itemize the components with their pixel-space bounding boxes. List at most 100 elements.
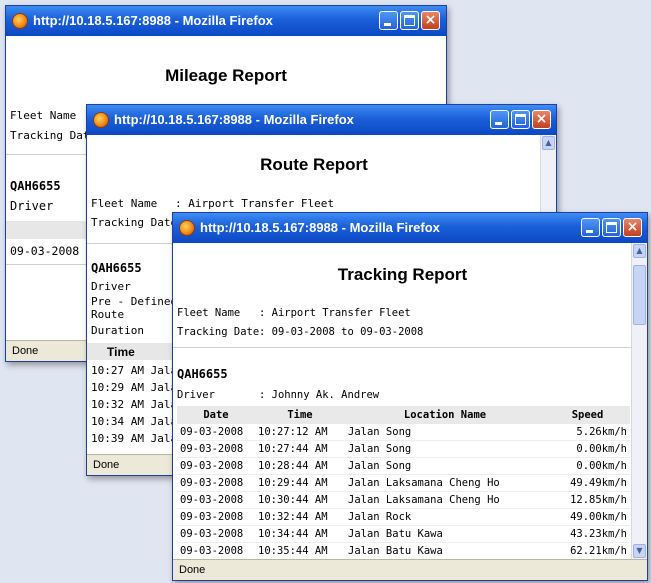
table-row: 09-03-2008 10:30:44 AM Jalan Laksamana C… <box>177 491 630 509</box>
minimize-icon <box>495 122 502 125</box>
tracking-report-window: http://10.18.5.167:8988 - Mozilla Firefo… <box>172 212 648 581</box>
table-row: 10:32 AM Jala <box>91 398 177 411</box>
column-header-date: Date <box>177 406 255 424</box>
time-cell: 10:39 AM <box>91 432 144 445</box>
time-cell: 10:34:44 AM <box>255 525 345 543</box>
vertical-scrollbar[interactable]: ▲ ▼ <box>631 243 647 559</box>
close-icon: × <box>535 111 548 127</box>
date-cell: 09-03-2008 <box>10 244 80 258</box>
fleet-name-label: Fleet Name <box>91 197 158 210</box>
tracking-date-label: Tracking Date <box>177 326 260 338</box>
driver-value: : Johnny Ak. Andrew <box>259 389 380 401</box>
table-row: 10:39 AM Jala <box>91 432 177 445</box>
location-cell: Jalan Song <box>345 457 545 475</box>
time-cell: 10:28:44 AM <box>255 457 345 475</box>
close-icon: × <box>424 12 437 28</box>
minimize-button[interactable] <box>581 218 600 237</box>
location-cell: Jalan Laksamana Cheng Ho <box>345 491 545 509</box>
time-cell: 10:27:44 AM <box>255 440 345 458</box>
table-row: 09-03-2008 10:32:44 AM Jalan Rock 49.00k… <box>177 508 630 526</box>
fleet-name-value: : Airport Transfer Fleet <box>259 307 411 319</box>
maximize-icon <box>606 222 617 233</box>
speed-cell: 49.00km/h <box>545 508 630 526</box>
mileage-titlebar[interactable]: http://10.18.5.167:8988 - Mozilla Firefo… <box>6 6 446 36</box>
close-icon: × <box>626 219 639 235</box>
time-cell: 10:29:44 AM <box>255 474 345 492</box>
vehicle-id: QAH6655 <box>177 367 228 381</box>
speed-cell: 43.23km/h <box>545 525 630 543</box>
scroll-thumb[interactable] <box>633 265 646 325</box>
time-cell: 10:35:44 AM <box>255 542 345 559</box>
time-cell: 10:27:12 AM <box>255 424 345 441</box>
time-cell: 10:30:44 AM <box>255 491 345 509</box>
time-cell: 10:34 AM <box>91 415 144 428</box>
maximize-button[interactable] <box>400 11 419 30</box>
minimize-icon <box>384 23 391 26</box>
minimize-button[interactable] <box>490 110 509 129</box>
scroll-down-icon[interactable]: ▼ <box>633 544 646 558</box>
table-row: 10:29 AM Jala <box>91 381 177 394</box>
close-button[interactable]: × <box>421 11 440 30</box>
speed-cell: 62.21km/h <box>545 542 630 559</box>
table-row: 10:27 AM Jala <box>91 364 177 377</box>
window-title: http://10.18.5.167:8988 - Mozilla Firefo… <box>114 112 354 127</box>
tracking-date-label: Tracking Dat <box>10 129 90 142</box>
firefox-icon <box>93 112 109 128</box>
time-cell: 10:32:44 AM <box>255 508 345 526</box>
minimize-icon <box>586 230 593 233</box>
speed-cell: 5.26km/h <box>545 424 630 441</box>
driver-label: Driver <box>10 199 54 213</box>
table-row: 09-03-2008 10:34:44 AM Jalan Batu Kawa 4… <box>177 525 630 543</box>
maximize-button[interactable] <box>602 218 621 237</box>
location-cell: Jalan Batu Kawa <box>345 525 545 543</box>
vehicle-id: QAH6655 <box>91 261 142 275</box>
firefox-icon <box>179 220 195 236</box>
table-header-row: Date Time Location Name Speed <box>177 406 630 424</box>
table-row: 09-03-2008 10:29:44 AM Jalan Laksamana C… <box>177 474 630 492</box>
speed-cell: 0.00km/h <box>545 440 630 458</box>
scroll-up-icon[interactable]: ▲ <box>542 136 555 150</box>
report-title: Route Report <box>260 155 368 174</box>
tracking-date-label: Tracking Date <box>91 216 178 229</box>
minimize-button[interactable] <box>379 11 398 30</box>
duration-label: Duration <box>91 324 144 337</box>
close-button[interactable]: × <box>532 110 551 129</box>
column-header-location: Location Name <box>345 406 545 424</box>
speed-cell: 0.00km/h <box>545 457 630 475</box>
maximize-icon <box>515 114 526 125</box>
location-cell: Jalan Song <box>345 440 545 458</box>
route-label: Route <box>91 308 125 321</box>
table-row: 09-03-2008 10:28:44 AM Jalan Song 0.00km… <box>177 457 630 475</box>
report-title: Mileage Report <box>165 66 287 85</box>
scroll-up-icon[interactable]: ▲ <box>633 244 646 258</box>
time-cell: 10:29 AM <box>91 381 144 394</box>
tracking-table: Date Time Location Name Speed 09-03-2008… <box>177 406 630 559</box>
window-title: http://10.18.5.167:8988 - Mozilla Firefo… <box>200 220 440 235</box>
time-cell: 10:32 AM <box>91 398 144 411</box>
tracking-titlebar[interactable]: http://10.18.5.167:8988 - Mozilla Firefo… <box>173 213 647 243</box>
firefox-icon <box>12 13 28 29</box>
column-header-time: Time <box>255 406 345 424</box>
driver-label: Driver <box>177 389 215 401</box>
maximize-button[interactable] <box>511 110 530 129</box>
location-cell: Jalan Rock <box>345 508 545 526</box>
fleet-name-value: : Airport Transfer Fleet <box>175 197 334 210</box>
table-row: 09-03-2008 10:35:44 AM Jalan Batu Kawa 6… <box>177 542 630 559</box>
date-cell: 09-03-2008 <box>177 525 255 543</box>
date-cell: 09-03-2008 <box>177 491 255 509</box>
route-titlebar[interactable]: http://10.18.5.167:8988 - Mozilla Firefo… <box>87 105 556 135</box>
date-cell: 09-03-2008 <box>177 508 255 526</box>
date-cell: 09-03-2008 <box>177 440 255 458</box>
column-header-speed: Speed <box>545 406 630 424</box>
tracking-date-value: : 09-03-2008 to 09-03-2008 <box>259 326 424 338</box>
tracking-content: Tracking Report Fleet Name : Airport Tra… <box>173 243 632 559</box>
status-bar: Done <box>173 559 647 580</box>
location-cell: Jalan Batu Kawa <box>345 542 545 559</box>
divider <box>173 347 632 348</box>
date-cell: 09-03-2008 <box>177 457 255 475</box>
close-button[interactable]: × <box>623 218 642 237</box>
fleet-name-label: Fleet Name <box>177 307 241 319</box>
fleet-name-label: Fleet Name <box>10 109 77 122</box>
vehicle-id: QAH6655 <box>10 179 61 193</box>
date-cell: 09-03-2008 <box>177 474 255 492</box>
